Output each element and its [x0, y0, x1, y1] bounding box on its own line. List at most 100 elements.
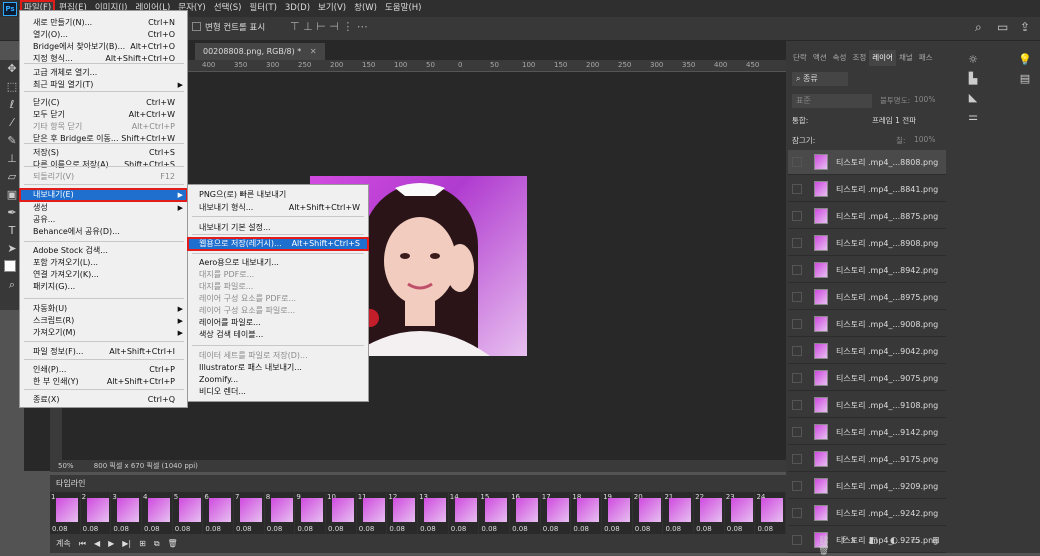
visibility-toggle[interactable] — [792, 508, 802, 518]
file-menu-item[interactable]: Behance에서 공유(D)... — [20, 226, 187, 238]
export-menu-item[interactable]: 레이어 구성 요소를 파일로... — [188, 305, 368, 317]
share-icon[interactable]: ⇪ — [1020, 20, 1030, 34]
file-menu-item[interactable]: 공유... — [20, 214, 187, 226]
timeline-frame[interactable]: 18 0.08 — [571, 492, 602, 534]
frame-delay[interactable]: 0.08 — [635, 525, 651, 533]
tab-paragraph[interactable]: 단락 — [790, 50, 810, 66]
layer-actions[interactable]: ⛓ fx ◧ ◐ ▭ ⊞ 🗑 — [818, 536, 956, 556]
export-menu-item[interactable]: 대지를 파일로... — [188, 281, 368, 293]
file-menu-item[interactable]: 고급 개체로 열기... — [20, 67, 187, 79]
propagate-label[interactable]: 프레임 1 전파 — [872, 115, 916, 126]
timeline-frame[interactable]: 7 0.08 — [234, 492, 264, 534]
timeline-frame[interactable]: 24 0.08 — [755, 492, 786, 534]
layer-row[interactable]: 티스토리 .mp4_...9242.png — [788, 501, 946, 526]
timeline-frame[interactable]: 8 0.08 — [264, 492, 295, 534]
file-menu-item[interactable]: 파일 정보(F)... Alt+Shift+Ctrl+I — [20, 346, 187, 358]
timeline-frame[interactable]: 15 0.08 — [479, 492, 510, 534]
layer-row[interactable]: 티스토리 .mp4_...8908.png — [788, 231, 946, 256]
export-menu-item[interactable]: 색상 검색 테이블... — [188, 329, 368, 341]
frame-delay[interactable]: 0.08 — [113, 525, 129, 533]
timeline-frame[interactable]: 9 0.08 — [295, 492, 326, 534]
layer-row[interactable]: 티스토리 .mp4_...8942.png — [788, 258, 946, 283]
sliders-icon[interactable]: ⚌ — [963, 110, 983, 126]
visibility-toggle[interactable] — [792, 535, 802, 545]
document-icon[interactable]: ▤ — [1015, 72, 1035, 88]
layer-row[interactable]: 티스토리 .mp4_...9142.png — [788, 420, 946, 445]
file-menu-item[interactable]: 포함 가져오기(L)... — [20, 257, 187, 269]
layer-row[interactable]: 티스토리 .mp4_...9108.png — [788, 393, 946, 418]
duplicate-frame-icon[interactable]: ⧉ — [154, 539, 160, 549]
file-menu-item[interactable]: 가져오기(M) ▶ — [20, 327, 187, 339]
layer-row[interactable]: 티스토리 .mp4_...9042.png — [788, 339, 946, 364]
frame-delay[interactable]: 0.08 — [359, 525, 375, 533]
file-menu-item[interactable]: 모두 닫기 Alt+Ctrl+W — [20, 109, 187, 121]
tab-adjustments[interactable]: 조정 — [849, 50, 869, 66]
file-menu-item[interactable]: Bridge에서 찾아보기(B)... Alt+Ctrl+O — [20, 41, 187, 53]
first-frame-icon[interactable]: ⏮ — [79, 539, 86, 549]
timeline-frame[interactable]: 2 0.08 — [80, 492, 111, 534]
frame-delay[interactable]: 0.08 — [573, 525, 589, 533]
timeline-frame[interactable]: 10 0.08 — [326, 492, 356, 534]
frame-delay[interactable]: 0.08 — [52, 525, 68, 533]
timeline-frame[interactable]: 1 0.08 — [50, 492, 80, 534]
loop-select[interactable]: 계속 — [56, 538, 71, 549]
align-icons[interactable]: ⊤ ⊥ ⊢ ⊣ ⋮ ⋯ — [290, 20, 368, 33]
file-menu-item[interactable]: 생성 ▶ — [20, 202, 187, 214]
timeline-frame[interactable]: 21 0.08 — [663, 492, 694, 534]
layer-row[interactable]: 티스토리 .mp4_...8841.png — [788, 177, 946, 202]
file-menu-item[interactable]: 다른 이름으로 저장(A)... Shift+Ctrl+S — [20, 159, 187, 171]
frame-delay[interactable]: 0.08 — [512, 525, 528, 533]
file-menu-item[interactable]: 종료(X) Ctrl+Q — [20, 394, 187, 406]
frame-delay[interactable]: 0.08 — [665, 525, 681, 533]
visibility-toggle[interactable] — [792, 265, 802, 275]
frame-delay[interactable]: 0.08 — [481, 525, 497, 533]
export-menu-item[interactable]: PNG으(로) 빠른 내보내기 — [188, 189, 368, 201]
visibility-toggle[interactable] — [792, 292, 802, 302]
tween-icon[interactable]: ⊞ — [139, 539, 146, 548]
tab-actions[interactable]: 액션 — [810, 50, 830, 66]
frame-delay[interactable]: 0.08 — [420, 525, 436, 533]
tab-layers[interactable]: 레이어 — [869, 50, 896, 66]
layer-row[interactable]: 티스토리 .mp4_...9075.png — [788, 366, 946, 391]
workspace-icon[interactable]: ▭ — [997, 20, 1008, 34]
tab-properties[interactable]: 속성 — [830, 50, 850, 66]
file-menu-item[interactable]: 기타 항목 닫기 Alt+Ctrl+P — [20, 121, 187, 133]
menu-help[interactable]: 도움말(H) — [381, 0, 425, 17]
frame-delay[interactable]: 0.08 — [267, 525, 283, 533]
file-menu-item[interactable]: 한 부 인쇄(Y) Alt+Shift+Ctrl+P — [20, 376, 187, 388]
visibility-toggle[interactable] — [792, 238, 802, 248]
export-menu-item[interactable]: 레이어 구성 요소를 PDF로... — [188, 293, 368, 305]
document-tab[interactable]: 00208808.png, RGB/8) * ✕ — [195, 43, 325, 60]
file-menu-item[interactable]: 패키지(G)... — [20, 281, 187, 293]
opacity-value[interactable]: 100% — [914, 95, 935, 104]
blend-mode-select[interactable]: 표준 — [792, 94, 872, 108]
file-menu-item[interactable]: 내보내기(E) ▶ — [19, 188, 188, 202]
file-menu-item[interactable]: 연결 가져오기(K)... — [20, 269, 187, 281]
frame-delay[interactable]: 0.08 — [451, 525, 467, 533]
export-menu-item[interactable]: Illustrator로 패스 내보내기... — [188, 362, 368, 374]
levels-icon[interactable]: ▙ — [963, 72, 983, 88]
file-menu-item[interactable]: 열기(O)... Ctrl+O — [20, 29, 187, 41]
timeline-frame[interactable]: 14 0.08 — [448, 492, 479, 534]
delete-frame-icon[interactable]: 🗑 — [168, 539, 178, 548]
frame-delay[interactable]: 0.08 — [205, 525, 221, 533]
frame-delay[interactable]: 0.08 — [757, 525, 773, 533]
prev-frame-icon[interactable]: ◀ — [94, 539, 100, 548]
visibility-toggle[interactable] — [792, 400, 802, 410]
frame-delay[interactable]: 0.08 — [604, 525, 620, 533]
frame-delay[interactable]: 0.08 — [727, 525, 743, 533]
file-menu-item[interactable]: Adobe Stock 검색... — [20, 245, 187, 257]
export-menu-item[interactable]: 내보내기 형식... Alt+Shift+Ctrl+W — [188, 202, 368, 214]
layer-row[interactable]: 티스토리 .mp4_...9209.png — [788, 474, 946, 499]
timeline-frame[interactable]: 5 0.08 — [172, 492, 203, 534]
visibility-toggle[interactable] — [792, 346, 802, 356]
timeline-frame[interactable]: 4 0.08 — [142, 492, 172, 534]
visibility-toggle[interactable] — [792, 184, 802, 194]
file-menu-item[interactable]: 저장(S) Ctrl+S — [20, 147, 187, 159]
export-menu-item[interactable]: 비디오 렌더... — [188, 386, 368, 398]
frame-delay[interactable]: 0.08 — [696, 525, 712, 533]
timeline-frame[interactable]: 22 0.08 — [694, 492, 724, 534]
menu-view[interactable]: 보기(V) — [314, 0, 350, 17]
foreground-color-swatch[interactable] — [4, 260, 16, 272]
frame-delay[interactable]: 0.08 — [297, 525, 313, 533]
